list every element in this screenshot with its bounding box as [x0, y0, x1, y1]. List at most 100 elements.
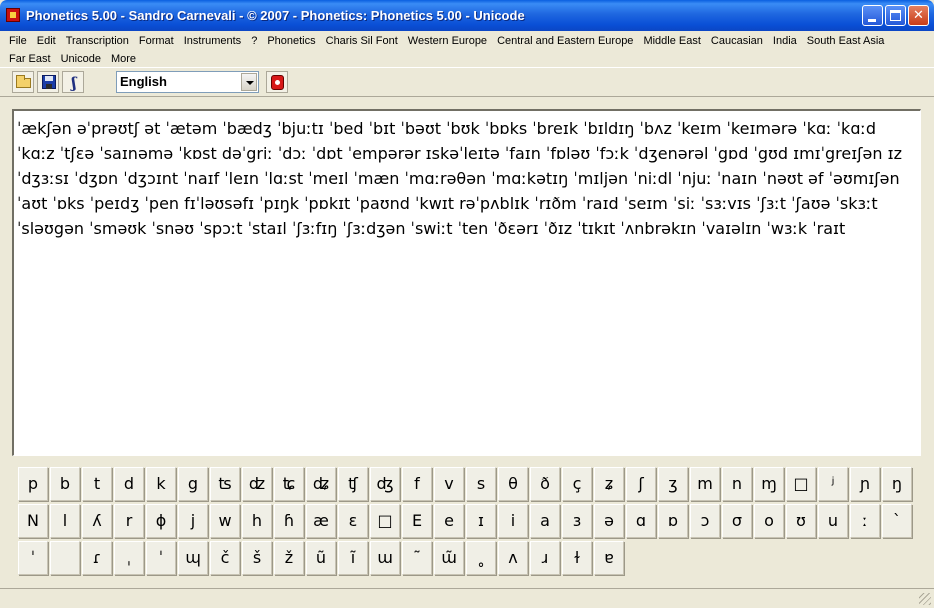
menu-item-more[interactable]: More: [106, 50, 141, 68]
minimize-button[interactable]: [862, 5, 883, 26]
phonetic-key[interactable]: ʑ: [594, 467, 624, 501]
phonetic-key[interactable]: a: [530, 504, 560, 538]
phonetic-key[interactable]: š: [242, 541, 272, 575]
phonetic-key[interactable]: ĩ: [338, 541, 368, 575]
phonetic-key[interactable]: ə: [594, 504, 624, 538]
phonetic-key[interactable]: h: [242, 504, 272, 538]
phonetic-key[interactable]: [50, 541, 80, 575]
phonetic-key[interactable]: ɹ: [530, 541, 560, 575]
menu-item-phonetics[interactable]: Phonetics: [262, 32, 320, 50]
phonetic-key[interactable]: θ: [498, 467, 528, 501]
phonetic-key[interactable]: ɾ: [82, 541, 112, 575]
phonetic-key[interactable]: □: [370, 504, 400, 538]
menu-item-caucasian[interactable]: Caucasian: [706, 32, 768, 50]
menu-item-edit[interactable]: Edit: [32, 32, 61, 50]
language-dropdown[interactable]: English: [116, 71, 259, 93]
phonetic-key[interactable]: č: [210, 541, 240, 575]
phonetic-key[interactable]: s: [466, 467, 496, 501]
phonetic-key[interactable]: ɫ: [562, 541, 592, 575]
phonetic-key[interactable]: ʤ: [370, 467, 400, 501]
phonetic-key[interactable]: σ: [722, 504, 752, 538]
phonetic-key[interactable]: æ: [306, 504, 336, 538]
phonetic-key[interactable]: N: [18, 504, 48, 538]
title-bar[interactable]: Phonetics 5.00 - Sandro Carnevali - © 20…: [0, 0, 934, 31]
phonetic-key[interactable]: ɜ: [562, 504, 592, 538]
phonetic-key[interactable]: ʣ: [242, 467, 272, 501]
chevron-down-icon[interactable]: [241, 73, 257, 91]
phonetic-key[interactable]: d: [114, 467, 144, 501]
phonetic-key[interactable]: ʥ: [306, 467, 336, 501]
phonetic-key[interactable]: ˈ: [146, 541, 176, 575]
phonetic-key[interactable]: j: [178, 504, 208, 538]
phonetic-key[interactable]: o: [754, 504, 784, 538]
phonetic-key[interactable]: ː: [850, 504, 880, 538]
phonetic-key[interactable]: l: [50, 504, 80, 538]
phonetic-key[interactable]: ˜: [402, 541, 432, 575]
phonetic-key[interactable]: E: [402, 504, 432, 538]
phonetic-key[interactable]: ɔ: [690, 504, 720, 538]
phonetic-key[interactable]: ɲ: [850, 467, 880, 501]
menu-item-transcription[interactable]: Transcription: [61, 32, 134, 50]
phonetic-key[interactable]: ɒ: [658, 504, 688, 538]
phonetic-key[interactable]: i: [498, 504, 528, 538]
phonetic-key[interactable]: r: [114, 504, 144, 538]
phonetic-key[interactable]: ʊ: [786, 504, 816, 538]
phonetic-key[interactable]: ʨ: [274, 467, 304, 501]
close-button[interactable]: ✕: [908, 5, 929, 26]
phonetic-key[interactable]: ɑ: [626, 504, 656, 538]
phonetic-key[interactable]: m: [690, 467, 720, 501]
menu-item-middle-east[interactable]: Middle East: [638, 32, 705, 50]
resize-grip-icon[interactable]: [919, 593, 931, 605]
phonetic-key[interactable]: ɐ: [594, 541, 624, 575]
menu-item-western-europe[interactable]: Western Europe: [403, 32, 492, 50]
phonetic-key[interactable]: f: [402, 467, 432, 501]
phonetic-key[interactable]: ɦ: [274, 504, 304, 538]
phonetic-key[interactable]: ʃ: [626, 467, 656, 501]
phonetic-key[interactable]: w: [210, 504, 240, 538]
phonetic-key[interactable]: ç: [562, 467, 592, 501]
phonetic-key[interactable]: u: [818, 504, 848, 538]
phonetic-key[interactable]: □: [786, 467, 816, 501]
phonetic-key[interactable]: ʒ: [658, 467, 688, 501]
phonetic-key[interactable]: ũ: [306, 541, 336, 575]
transcription-editor[interactable]: ˈækʃən əˈprəʊtʃ ət ˈætəm ˈbædʒ ˈbjuːtɪ ˈ…: [12, 109, 921, 456]
phonetic-key[interactable]: ʎ: [82, 504, 112, 538]
phonetic-key[interactable]: ɱ: [754, 467, 784, 501]
menu-item-instruments[interactable]: Instruments: [179, 32, 246, 50]
phonetic-key[interactable]: ŋ: [882, 467, 912, 501]
phonetic-key[interactable]: ε: [338, 504, 368, 538]
save-button[interactable]: [37, 71, 59, 93]
editor-text[interactable]: ˈækʃən əˈprəʊtʃ ət ˈætəm ˈbædʒ ˈbjuːtɪ ˈ…: [17, 116, 917, 446]
phonetic-key[interactable]: e: [434, 504, 464, 538]
phonetic-key[interactable]: ž: [274, 541, 304, 575]
phonetic-key[interactable]: ɯ̃: [434, 541, 464, 575]
menu-item-file[interactable]: File: [4, 32, 32, 50]
phonetic-key[interactable]: t: [82, 467, 112, 501]
phonetic-key[interactable]: ɸ: [146, 504, 176, 538]
menu-item-india[interactable]: India: [768, 32, 802, 50]
phonetic-key[interactable]: ʌ: [498, 541, 528, 575]
phonetic-key[interactable]: ɪ: [466, 504, 496, 538]
menu-item-format[interactable]: Format: [134, 32, 179, 50]
menu-item-help[interactable]: ?: [246, 32, 262, 50]
phonetic-key[interactable]: ˋ: [882, 504, 912, 538]
record-button[interactable]: [266, 71, 288, 93]
phonetic-key[interactable]: ˌ: [114, 541, 144, 575]
phonetic-key[interactable]: k: [146, 467, 176, 501]
menu-item-south-east-asia[interactable]: South East Asia: [802, 32, 890, 50]
phonetic-key[interactable]: p: [18, 467, 48, 501]
phonetic-key[interactable]: ɯ: [370, 541, 400, 575]
menu-item-central-and-eastern-europe[interactable]: Central and Eastern Europe: [492, 32, 638, 50]
menu-item-charis-sil-font[interactable]: Charis Sil Font: [321, 32, 403, 50]
open-button[interactable]: [12, 71, 34, 93]
font-button[interactable]: ʃ: [62, 71, 84, 93]
app-icon[interactable]: [6, 8, 20, 22]
phonetic-key[interactable]: ʦ: [210, 467, 240, 501]
maximize-button[interactable]: [885, 5, 906, 26]
phonetic-key[interactable]: ʧ: [338, 467, 368, 501]
phonetic-key[interactable]: ð: [530, 467, 560, 501]
phonetic-key[interactable]: ˳: [466, 541, 496, 575]
phonetic-key[interactable]: b: [50, 467, 80, 501]
menu-item-unicode[interactable]: Unicode: [56, 50, 106, 68]
menu-item-far-east[interactable]: Far East: [4, 50, 56, 68]
